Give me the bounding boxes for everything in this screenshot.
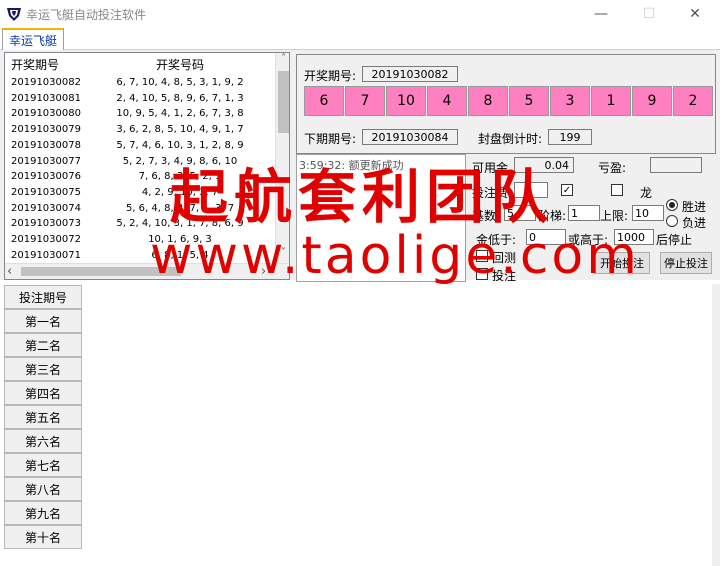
draw-ball: 10 — [386, 86, 426, 116]
issue-cell: 20191030072 — [11, 234, 81, 245]
limit-label: 上限: — [600, 209, 629, 223]
issue-cell: 20191030078 — [11, 139, 81, 151]
dragon-label: 龙 — [640, 186, 653, 200]
bet-table-row-header: 第九名 — [4, 501, 82, 525]
table-row[interactable]: 20191030081 2, 4, 10, 5, 8, 9, 6, 7, 1, 3 — [5, 91, 275, 107]
draw-ball: 1 — [591, 86, 631, 116]
table-row[interactable]: 20191030079 3, 6, 2, 8, 5, 10, 4, 9, 1, 7 — [5, 122, 275, 138]
stop-bet-button[interactable]: 停止投注 — [660, 252, 712, 274]
issue-cell: 20191030077 — [11, 155, 81, 167]
scroll-left-icon[interactable]: ‹ — [7, 264, 19, 279]
issue-cell: 20191030071 — [11, 249, 81, 261]
current-issue-value: 20191030082 — [362, 66, 458, 82]
draw-ball: 2 — [673, 86, 713, 116]
table-row[interactable]: 20191030082 6, 7, 10, 4, 8, 5, 3, 1, 9, 2 — [5, 75, 275, 91]
bet-table-row-header: 第八名 — [4, 477, 82, 501]
close-button[interactable]: ✕ — [672, 0, 718, 28]
current-issue-label: 开奖期号: — [304, 69, 357, 83]
bet-table-area — [0, 284, 720, 566]
draw-ball: 4 — [427, 86, 467, 116]
stop-after-label: 后停止 — [656, 233, 693, 247]
issue-cell: 20191030074 — [11, 202, 81, 214]
profit-label: 亏盈: — [598, 161, 627, 175]
bet-table-row-header: 第十名 — [4, 525, 82, 549]
next-issue-value: 20191030084 — [362, 129, 458, 145]
draw-ball: 8 — [468, 86, 508, 116]
bet-table-row-header: 第三名 — [4, 357, 82, 381]
countdown-label: 封盘倒计时: — [478, 132, 543, 146]
step-input[interactable]: 1 — [568, 205, 600, 221]
lose-advance-radio[interactable] — [666, 215, 678, 227]
lose-advance-label: 负进 — [682, 216, 707, 230]
bet-table-row-header: 投注期号 — [4, 285, 82, 309]
win-advance-radio[interactable] — [666, 199, 678, 211]
tab-strip — [0, 28, 720, 50]
grid-header-numbers[interactable]: 开奖号码 — [85, 53, 275, 75]
watermark-text-url: www.taolige.com — [150, 226, 640, 286]
maximize-button[interactable]: ☐ — [626, 0, 672, 28]
bet-table-row-header: 第六名 — [4, 429, 82, 453]
tab-lucky-airship[interactable]: 幸运飞艇 — [2, 28, 64, 51]
numbers-cell: 3, 6, 2, 8, 5, 10, 4, 9, 1, 7 — [116, 124, 244, 136]
bet-table-row-header: 第一名 — [4, 309, 82, 333]
bet-table-row-header: 第五名 — [4, 405, 82, 429]
issue-cell: 20191030081 — [11, 92, 81, 104]
dragon-checkbox[interactable]: ✓ — [561, 184, 573, 196]
scroll-thumb[interactable] — [278, 71, 289, 133]
draw-ball: 7 — [345, 86, 385, 116]
grid-header-issue[interactable]: 开奖期号 — [11, 53, 85, 75]
draw-ball: 5 — [509, 86, 549, 116]
issue-cell: 20191030082 — [11, 77, 81, 88]
watermark-text-cn: 起航套利团队 — [170, 163, 555, 231]
minimize-button[interactable]: — — [578, 0, 624, 28]
profit-value — [650, 157, 702, 173]
limit-input[interactable]: 10 — [632, 205, 664, 221]
win-advance-label: 胜进 — [682, 200, 707, 214]
next-issue-label: 下期期号: — [304, 132, 357, 146]
dragon-checkbox-2[interactable] — [611, 184, 623, 196]
scroll-up-icon[interactable]: ˄ — [276, 53, 289, 69]
numbers-cell: 2, 4, 10, 5, 8, 9, 6, 7, 1, 3 — [116, 92, 244, 104]
issue-cell: 20191030080 — [11, 108, 81, 120]
draw-ball: 9 — [632, 86, 672, 116]
bet-table-row-header: 第四名 — [4, 381, 82, 405]
issue-cell: 20191030075 — [11, 186, 81, 198]
numbers-cell: 10, 9, 5, 4, 1, 2, 6, 7, 3, 8 — [116, 108, 244, 120]
bet-table-row-header: 第七名 — [4, 453, 82, 477]
bet-table-row-header: 第二名 — [4, 333, 82, 357]
issue-cell: 20191030076 — [11, 171, 81, 183]
right-edge-scrollbar[interactable] — [712, 284, 720, 566]
app-shield-icon — [7, 8, 21, 21]
numbers-cell: 6, 7, 10, 4, 8, 5, 3, 1, 9, 2 — [116, 77, 244, 88]
issue-cell: 20191030073 — [11, 218, 81, 230]
draw-ball: 3 — [550, 86, 590, 116]
countdown-value: 199 — [548, 129, 592, 145]
draw-ball: 6 — [304, 86, 344, 116]
window-title: 幸运飞艇自动投注软件 — [26, 8, 147, 22]
table-row[interactable]: 20191030080 10, 9, 5, 4, 1, 2, 6, 7, 3, 8 — [5, 106, 275, 122]
issue-cell: 20191030079 — [11, 124, 81, 136]
